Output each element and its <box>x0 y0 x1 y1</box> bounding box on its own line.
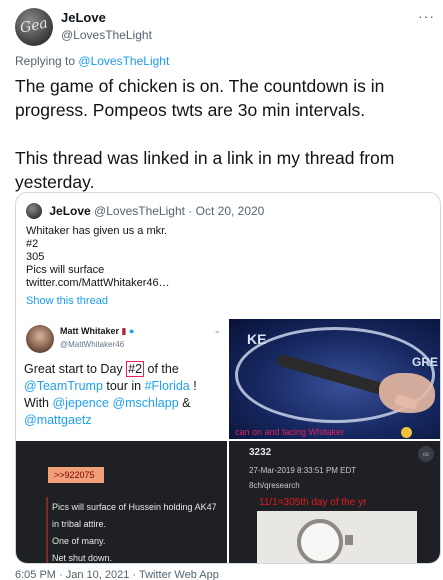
tweet-header: Gea JeLove @LovesTheLight ··· <box>15 8 435 48</box>
watch-face <box>297 519 343 563</box>
post-red-text: 11/1=305th day of the yr <box>259 497 367 508</box>
show-thread-link[interactable]: Show this thread <box>26 295 108 307</box>
embedded-tweet-text: Great start to Day #2 of the @TeamTrump … <box>24 361 197 427</box>
tweet-text: The game of chicken is on. The countdown… <box>15 76 395 192</box>
tweet-date[interactable]: Jan 10, 2021 <box>66 569 130 580</box>
replying-to-label: Replying to <box>15 54 76 68</box>
highlight-box: #2 <box>126 361 145 377</box>
embedded-author-name: Matt Whitaker ▮ ● <box>60 326 135 336</box>
chevron-down-icon: ⌄ <box>213 325 221 335</box>
tweet-footer: 6:05 PM · Jan 10, 2021 · Twitter Web App <box>15 569 219 580</box>
media-pen-photo[interactable]: KE GRE can on and facing Whitaker <box>229 319 440 439</box>
quote-bar <box>46 497 48 563</box>
emoji-icon <box>401 427 412 438</box>
flag-icon: ▮ <box>121 326 127 336</box>
more-options-icon[interactable]: ··· <box>418 8 435 24</box>
quoted-avatar <box>26 203 42 219</box>
replying-to: Replying to @LovesTheLight <box>15 54 169 68</box>
quoted-tweet-body: Whitaker has given us a mkr. #2 305 Pics… <box>26 225 426 290</box>
post-text: Pics will surface of Hussein holding AK4… <box>52 502 217 563</box>
quoted-line: Pics will surface <box>26 264 105 276</box>
media-grid: Matt Whitaker ▮ ● @MattWhitaker46 ⌄ Grea… <box>16 319 440 563</box>
tweet-source[interactable]: Twitter Web App <box>139 569 219 580</box>
quoted-author-handle: @LovesTheLight <box>94 204 185 218</box>
verified-icon: ● <box>129 326 135 336</box>
media-board-post-left[interactable]: >>922075 Pics will surface of Hussein ho… <box>16 441 227 563</box>
quoted-date: Oct 20, 2020 <box>195 204 265 218</box>
footer-separator: · <box>132 569 137 580</box>
quoted-link[interactable]: twitter.com/MattWhitaker46… <box>26 277 426 290</box>
tweet-time[interactable]: 6:05 PM <box>15 569 56 580</box>
embedded-author-handle: @MattWhitaker46 <box>60 340 125 349</box>
post-date: 27-Mar-2019 8:33:51 PM EDT <box>249 466 357 475</box>
post-board: 8ch/qresearch <box>249 481 300 490</box>
quoted-line: Whitaker has given us a mkr. <box>26 225 168 237</box>
author-handle[interactable]: @LovesTheLight <box>61 28 152 42</box>
watch-image <box>257 511 417 563</box>
watch-crown <box>345 535 353 545</box>
quoted-author-name: JeLove <box>49 204 91 218</box>
quoted-separator: · <box>188 204 193 218</box>
embedded-avatar <box>26 325 54 353</box>
photo-caption: can on and facing Whitaker <box>235 427 345 437</box>
link-icon: ∞ <box>418 446 434 462</box>
quoted-tweet-header: JeLove @LovesTheLight · Oct 20, 2020 <box>26 203 264 219</box>
quoted-tweet[interactable]: JeLove @LovesTheLight · Oct 20, 2020 Whi… <box>15 192 441 564</box>
avatar[interactable]: Gea <box>15 8 53 46</box>
author-name[interactable]: JeLove <box>61 10 106 25</box>
footer-separator: · <box>59 569 63 580</box>
quoted-line: 305 <box>26 251 45 263</box>
replying-to-link[interactable]: @LovesTheLight <box>78 54 169 68</box>
hand <box>379 373 435 413</box>
quoted-line: #2 <box>26 238 39 250</box>
media-embedded-tweet[interactable]: Matt Whitaker ▮ ● @MattWhitaker46 ⌄ Grea… <box>16 319 227 439</box>
post-reference-tag: >>922075 <box>48 467 104 483</box>
media-board-post-right[interactable]: 3232 ∞ 27-Mar-2019 8:33:51 PM EDT 8ch/qr… <box>229 441 440 563</box>
post-id: 3232 <box>249 447 272 458</box>
avatar-text: Gea <box>18 15 50 37</box>
